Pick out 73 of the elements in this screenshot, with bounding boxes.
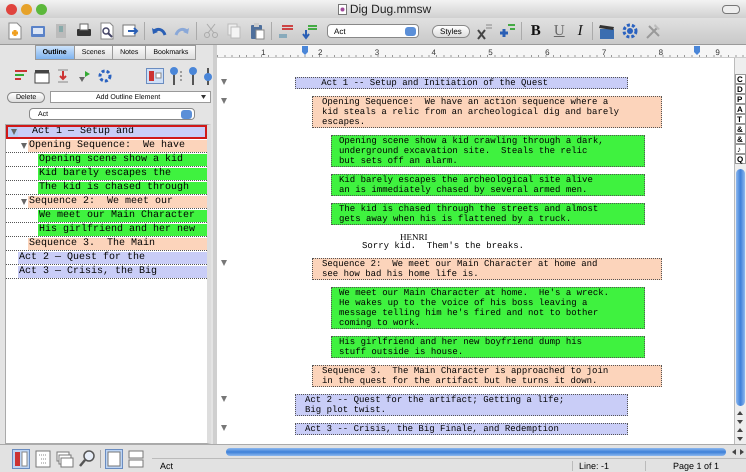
scroll-arrows-icon[interactable]: [730, 448, 746, 456]
move-down-icon[interactable]: [300, 22, 318, 40]
bold-button[interactable]: B: [526, 22, 545, 40]
italic-button[interactable]: I: [574, 22, 587, 40]
settings-icon[interactable]: [620, 22, 639, 40]
disclosure-triangle-icon[interactable]: [10, 128, 16, 134]
slider-icon[interactable]: [188, 67, 198, 85]
disclosure-triangle-icon[interactable]: [221, 79, 227, 85]
current-element-label: Act: [159, 460, 174, 470]
scrollbar-thumb[interactable]: [736, 169, 745, 406]
disclosure-triangle-icon[interactable]: [221, 396, 227, 402]
disclosure-triangle-icon[interactable]: [20, 198, 26, 204]
element-type-button[interactable]: ♪: [735, 144, 746, 154]
element-type-button[interactable]: C: [735, 74, 746, 84]
act-block: Act 3 -- Crisis, the Big Finale, and Redemption: [295, 423, 628, 435]
sequence-block: Opening Sequence: We have an action sequence where a kid steals a relic from an archeological dig and barely escapes.: [312, 96, 662, 128]
character-name: HENRI: [400, 232, 428, 242]
ruler: 1 2 3 4 5 6 7 8 9: [217, 45, 746, 58]
page-count-label: Page 1 of 1: [645, 460, 746, 470]
disclosure-triangle-icon[interactable]: [221, 425, 227, 431]
close-button[interactable]: [6, 4, 17, 14]
element-type-select[interactable]: Act: [327, 24, 419, 38]
clapperboard-icon[interactable]: [598, 22, 616, 40]
disclosure-triangle-icon[interactable]: [221, 98, 227, 104]
scene-block: We meet our Main Character at home. He's a wreck. He wakes up to the voice of his boss leaving a message telling him he's fired and not to bother coming to work.: [331, 287, 645, 329]
view-toggle-icon[interactable]: [146, 67, 164, 85]
slider-icon[interactable]: [169, 67, 183, 85]
page-layout-icon[interactable]: [105, 448, 123, 468]
insert-element-icon[interactable]: [498, 22, 516, 40]
stepper-icon: [181, 110, 192, 118]
styles-button[interactable]: Styles: [432, 24, 470, 38]
element-type-button[interactable]: P: [735, 94, 746, 104]
new-document-icon[interactable]: [6, 22, 24, 40]
scene-block: Opening scene show a kid crawling through a dark, underground excavation site. Steals the relic but sets off an alarm.: [331, 135, 645, 167]
zoom-icon[interactable]: [78, 448, 96, 468]
slider-icon[interactable]: [203, 67, 213, 85]
indent-marker-icon[interactable]: [302, 46, 308, 55]
caret-icon: [201, 95, 206, 99]
preview-icon[interactable]: [98, 22, 116, 40]
sequence-block: Sequence 2: We meet our Main Character at home and see how bad his home life is.: [312, 258, 662, 280]
scene-block: Kid barely escapes the archeological site alive an is immediately chased by several armed men.: [331, 174, 645, 196]
disclosure-triangle-icon[interactable]: [20, 142, 26, 148]
scene-block: His girlfriend and her new boyfriend dump his stuff outside is house.: [331, 336, 645, 358]
act-block: Act 2 -- Quest for the artifact; Getting a life; Big plot twist.: [295, 394, 628, 416]
line-number-label: Line: -1: [572, 460, 645, 470]
toolbar-toggle-button[interactable]: [722, 4, 740, 14]
element-type-button[interactable]: A: [735, 104, 746, 114]
superscript-x-icon[interactable]: [474, 22, 493, 40]
move-up-icon[interactable]: [277, 22, 295, 40]
paste-icon[interactable]: [248, 22, 266, 40]
indent-marker-icon[interactable]: [694, 46, 700, 55]
settings-icon[interactable]: [97, 67, 113, 85]
scene-block: The kid is chased through the streets and almost gets away when his is flattened by a truck.: [331, 203, 645, 225]
element-type-button[interactable]: &: [735, 124, 746, 134]
split-view-icon[interactable]: [12, 448, 30, 468]
document-icon: [338, 4, 347, 14]
outline-view-icon[interactable]: [34, 448, 52, 468]
element-type-button[interactable]: &: [735, 134, 746, 144]
two-pane-icon[interactable]: [127, 448, 145, 468]
index-cards-icon[interactable]: [56, 448, 74, 468]
clapperboard-icon[interactable]: [34, 67, 50, 85]
act-block: Act 1 -- Setup and Initiation of the Quest: [295, 77, 628, 89]
element-type-button[interactable]: T: [735, 114, 746, 124]
sequence-block: Sequence 3. The Main Character is approached to join in the quest for the artifact but he turns it down.: [312, 365, 662, 387]
window-title: Dig Dug.mmsw: [350, 2, 432, 16]
underline-button[interactable]: U: [550, 22, 569, 40]
stepper-icon: [405, 26, 416, 36]
element-type-button[interactable]: D: [735, 84, 746, 94]
dialogue-text: Sorry kid. Them's the breaks.: [362, 241, 524, 251]
horizontal-scrollbar-thumb[interactable]: [226, 448, 726, 456]
import-icon[interactable]: [55, 67, 71, 85]
element-type-button[interactable]: Q: [735, 154, 746, 164]
disclosure-triangle-icon[interactable]: [221, 260, 227, 266]
